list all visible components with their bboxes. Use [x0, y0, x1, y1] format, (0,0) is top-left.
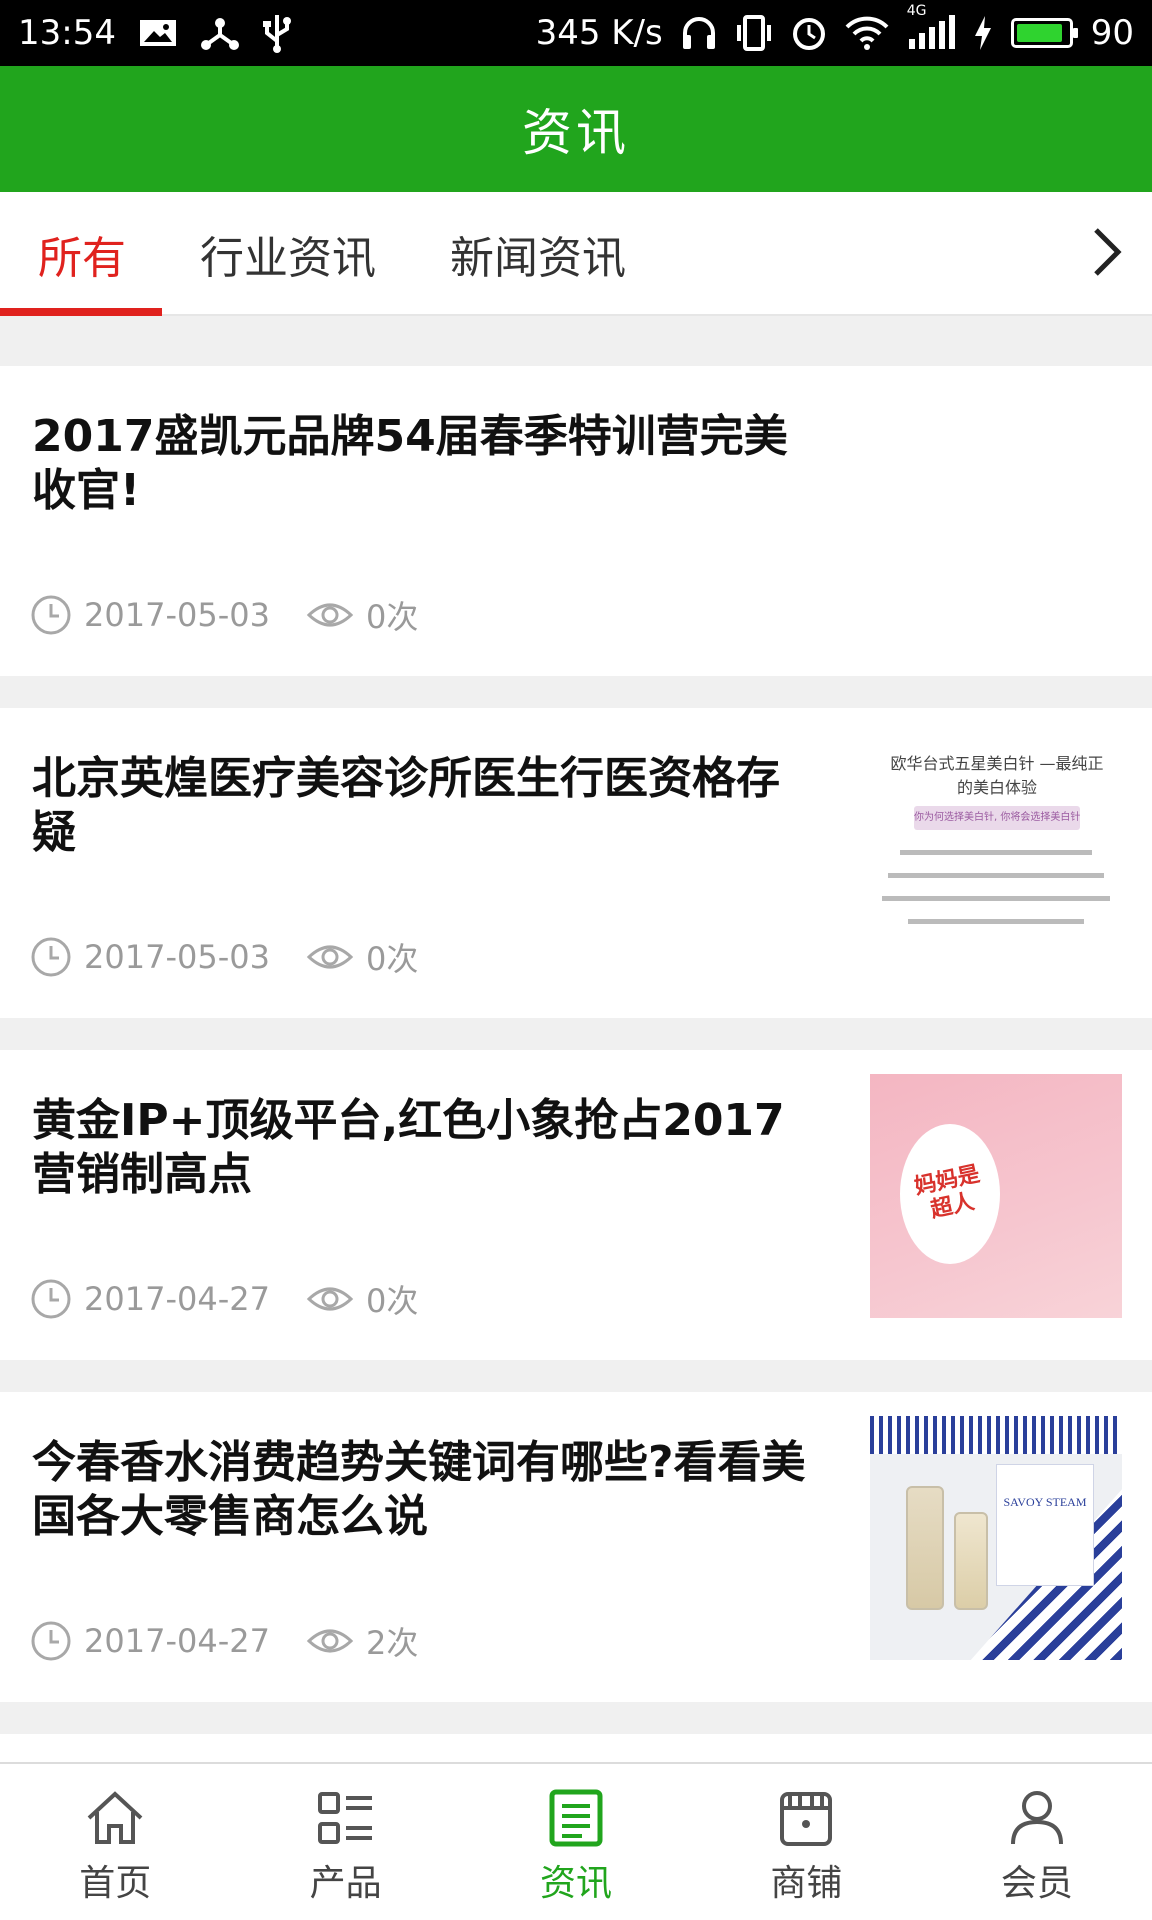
eye-icon [306, 1620, 354, 1662]
article-meta: 2017-04-27 0次 [30, 1276, 418, 1322]
network-type: 4G [906, 3, 927, 19]
nav-label: 商铺 [770, 1863, 843, 1904]
thumbnail-badge-text: 妈妈是超人 [912, 1161, 983, 1224]
article-views: 0次 [365, 940, 419, 978]
nav-member[interactable]: 会员 [922, 1764, 1152, 1920]
article-views: 2次 [365, 1624, 419, 1662]
article-meta: 2017-05-03 0次 [30, 934, 418, 980]
nav-news[interactable]: 资讯 [461, 1764, 691, 1920]
nav-home[interactable]: 首页 [0, 1764, 230, 1920]
clock-icon [30, 1278, 72, 1320]
battery-icon [1010, 18, 1078, 48]
grid-list-icon [317, 1792, 372, 1844]
nav-label: 资讯 [540, 1863, 613, 1904]
wifi-icon [845, 15, 889, 51]
active-tab-indicator [0, 308, 162, 316]
thumbnail-bottle [954, 1512, 988, 1610]
article-thumbnail[interactable]: 欧华台式五星美白针 —最纯正的美白体验 你为何选择美白针, 你将会选择美白针 [870, 732, 1122, 976]
bottom-nav: 首页 产品 资讯 商铺 会员 [0, 1762, 1152, 1920]
nav-products[interactable]: 产品 [230, 1764, 460, 1920]
article-date: 2017-05-03 [84, 596, 270, 634]
article-item[interactable]: 黄金IP+顶级平台,红色小象抢占2017营销制高点 2017-04-27 0次 … [0, 1050, 1152, 1360]
article-title[interactable]: 2017盛凯元品牌54届春季特训营完美收官! [32, 410, 812, 518]
tab-news[interactable]: 新闻资讯 [450, 222, 626, 286]
headphones-icon [681, 15, 717, 51]
clock-icon [30, 1620, 72, 1662]
article-title[interactable]: 黄金IP+顶级平台,红色小象抢占2017营销制高点 [32, 1094, 812, 1202]
article-date: 2017-04-27 [84, 1280, 270, 1318]
thumbnail-card: SAVOY STEAM [996, 1464, 1094, 1586]
user-icon [1010, 1791, 1063, 1845]
charging-icon [973, 16, 993, 50]
tab-industry-news[interactable]: 行业资讯 [200, 222, 376, 286]
share-notification-icon [200, 15, 240, 51]
article-thumbnail[interactable]: SAVOY STEAM [870, 1416, 1122, 1660]
status-time: 13:54 [18, 13, 116, 53]
app-bar: 资讯 [0, 66, 1152, 192]
article-meta: 2017-04-27 2次 [30, 1618, 418, 1664]
status-bar: 13:54 345 K/s 4G 90 [0, 0, 1152, 66]
nav-label: 首页 [79, 1863, 152, 1904]
thumbnail-badge-circle: 妈妈是超人 [900, 1124, 1000, 1264]
article-views: 0次 [365, 1282, 419, 1320]
thumbnail-bottle [906, 1486, 944, 1610]
article-thumbnail[interactable]: 妈妈是超人 [870, 1074, 1122, 1318]
image-notification-icon [138, 17, 178, 49]
article-item-partial [0, 1734, 1152, 1764]
cellular-signal-icon: 4G [907, 3, 955, 51]
category-tabs: 所有 行业资讯 新闻资讯 [0, 192, 1152, 316]
eye-icon [306, 1278, 354, 1320]
nav-label: 产品 [309, 1863, 382, 1904]
article-views: 0次 [365, 598, 419, 636]
thumbnail-text-lines [878, 850, 1114, 942]
news-icon [549, 1789, 603, 1847]
battery-percent: 90 [1090, 13, 1134, 53]
thumbnail-brand: SAVOY STEAM [1003, 1495, 1087, 1509]
clock-icon [30, 594, 72, 636]
article-item[interactable]: 北京英煌医疗美容诊所医生行医资格存疑 2017-05-03 0次 欧华台式五星美… [0, 708, 1152, 1018]
thumbnail-stripes-top [870, 1416, 1122, 1454]
clock-icon [30, 936, 72, 978]
usb-icon [262, 13, 292, 53]
eye-icon [306, 936, 354, 978]
alarm-icon [791, 15, 827, 51]
article-title[interactable]: 北京英煌医疗美容诊所医生行医资格存疑 [32, 752, 812, 860]
article-item[interactable]: 2017盛凯元品牌54届春季特训营完美收官! 2017-05-03 0次 [0, 366, 1152, 676]
vibrate-icon [735, 15, 773, 51]
article-meta: 2017-05-03 0次 [30, 592, 418, 638]
nav-shop[interactable]: 商铺 [691, 1764, 921, 1920]
chevron-right-icon[interactable] [1082, 224, 1132, 280]
thumbnail-heading: 欧华台式五星美白针 —最纯正的美白体验 [890, 754, 1104, 797]
article-item[interactable]: 今春香水消费趋势关键词有哪些?看看美国各大零售商怎么说 2017-04-27 2… [0, 1392, 1152, 1702]
home-icon [87, 1791, 143, 1844]
article-date: 2017-04-27 [84, 1622, 270, 1660]
article-date: 2017-05-03 [84, 938, 270, 976]
network-speed: 345 K/s [535, 13, 663, 53]
eye-icon [306, 594, 354, 636]
tab-all[interactable]: 所有 [38, 222, 126, 286]
page-title: 资讯 [522, 104, 630, 162]
thumbnail-pill: 你为何选择美白针, 你将会选择美白针 [914, 806, 1080, 830]
shop-icon [780, 1792, 833, 1846]
nav-label: 会员 [1000, 1863, 1073, 1904]
article-title[interactable]: 今春香水消费趋势关键词有哪些?看看美国各大零售商怎么说 [32, 1436, 812, 1544]
